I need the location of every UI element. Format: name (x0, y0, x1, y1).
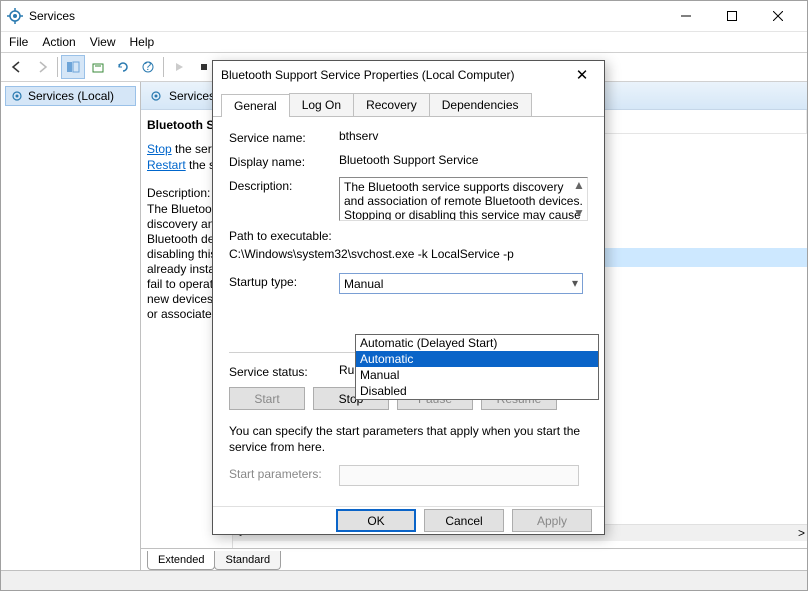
tab-standard[interactable]: Standard (214, 551, 281, 570)
menu-bar: File Action View Help (1, 31, 807, 52)
tab-logon[interactable]: Log On (289, 93, 354, 116)
toggle-panel-button[interactable] (61, 55, 85, 79)
description-box[interactable]: The Bluetooth service supports discovery… (339, 177, 588, 221)
service-status-label: Service status: (229, 363, 339, 379)
gear-icon (10, 89, 24, 103)
bottom-tabs: Extended Standard (141, 548, 807, 570)
maximize-button[interactable] (709, 1, 755, 31)
start-params-note: You can specify the start parameters tha… (229, 424, 588, 455)
services-icon (7, 8, 23, 24)
minimize-button[interactable] (663, 1, 709, 31)
cancel-button[interactable]: Cancel (424, 509, 504, 532)
ok-button[interactable]: OK (336, 509, 416, 532)
scroll-up-icon[interactable]: ▲ (573, 178, 585, 192)
service-name-value: bthserv (339, 129, 588, 143)
restart-link[interactable]: Restart (147, 158, 186, 172)
menu-file[interactable]: File (9, 35, 28, 49)
path-value: C:\Windows\system32\svchost.exe -k Local… (229, 247, 588, 261)
status-bar (1, 570, 807, 590)
tab-general[interactable]: General (221, 94, 290, 117)
description-text: The Bluetooth service supports discovery… (344, 180, 583, 221)
properties-dialog: Bluetooth Support Service Properties (Lo… (212, 60, 605, 535)
path-label: Path to executable: (229, 229, 588, 243)
dialog-title: Bluetooth Support Service Properties (Lo… (221, 68, 568, 82)
title-bar: Services (1, 1, 807, 31)
apply-button[interactable]: Apply (512, 509, 592, 532)
description-label: Description: (229, 177, 339, 193)
forward-button[interactable] (30, 55, 54, 79)
tree-pane: Services (Local) (1, 82, 141, 570)
help-button[interactable]: ? (136, 55, 160, 79)
start-params-input[interactable] (339, 465, 579, 486)
dropdown-option[interactable]: Automatic (Delayed Start) (356, 335, 598, 351)
startup-dropdown[interactable]: Automatic (Delayed Start)AutomaticManual… (355, 334, 599, 400)
display-name-label: Display name: (229, 153, 339, 169)
tab-recovery[interactable]: Recovery (353, 93, 430, 116)
close-button[interactable] (755, 1, 801, 31)
dialog-titlebar: Bluetooth Support Service Properties (Lo… (213, 61, 604, 89)
start-button[interactable]: Start (229, 387, 305, 410)
window-title: Services (29, 9, 663, 23)
dropdown-option[interactable]: Automatic (356, 351, 598, 367)
stop-link[interactable]: Stop (147, 142, 172, 156)
tab-dependencies[interactable]: Dependencies (429, 93, 532, 116)
svg-text:?: ? (145, 60, 152, 73)
tab-extended[interactable]: Extended (147, 551, 215, 570)
dialog-close-button[interactable]: ✕ (568, 61, 596, 89)
scroll-right-icon[interactable]: > (798, 526, 805, 540)
menu-action[interactable]: Action (42, 35, 75, 49)
back-button[interactable] (5, 55, 29, 79)
export-button[interactable] (86, 55, 110, 79)
dialog-tabs: General Log On Recovery Dependencies (213, 89, 604, 117)
dropdown-option[interactable]: Disabled (356, 383, 598, 399)
refresh-button[interactable] (111, 55, 135, 79)
gear-icon (149, 89, 163, 103)
tree-root-services[interactable]: Services (Local) (5, 86, 136, 106)
display-name-value: Bluetooth Support Service (339, 153, 588, 167)
start-service-icon[interactable] (167, 55, 191, 79)
scroll-down-icon[interactable]: ▼ (573, 206, 585, 220)
menu-help[interactable]: Help (130, 35, 155, 49)
dropdown-option[interactable]: Manual (356, 367, 598, 383)
service-name-label: Service name: (229, 129, 339, 145)
startup-type-select[interactable]: Manual (339, 273, 583, 294)
stop-suffix: the serv (172, 142, 218, 156)
tree-root-label: Services (Local) (28, 89, 114, 103)
startup-type-label: Startup type: (229, 273, 339, 289)
start-params-label: Start parameters: (229, 465, 339, 481)
menu-view[interactable]: View (90, 35, 116, 49)
